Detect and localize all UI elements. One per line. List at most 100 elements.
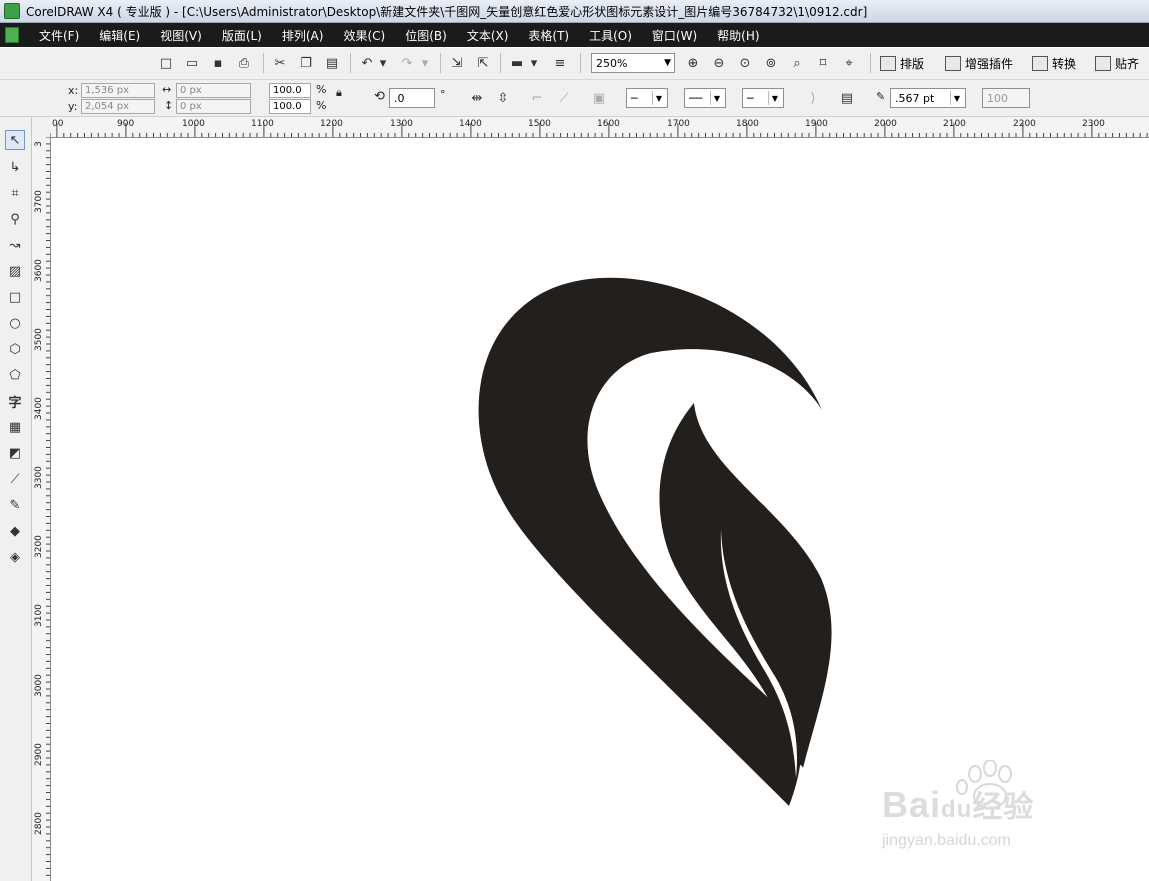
zoom-page-icon[interactable]: ⌕	[788, 54, 806, 72]
menu-help[interactable]: 帮助(H)	[707, 27, 769, 44]
end-arrow-select[interactable]: ─ ▼	[742, 88, 784, 108]
start-arrow-glyph: ─	[631, 91, 638, 105]
plugin-snap-button[interactable]: 贴齐	[1095, 54, 1139, 72]
line-start-icon[interactable]: ⌐	[528, 89, 546, 107]
new-document-icon[interactable]: □	[157, 54, 175, 72]
degree-label: °	[440, 88, 446, 101]
outline-width-select[interactable]: .567 pt ▼	[890, 88, 966, 108]
standard-toolbar: □ ▭ ▪ ⎙ ✂ ❐ ▤ ↶ ▾ ↷ ▾ ⇲ ⇱ ▬ ▾ ≡ 250% ▼ ⊕…	[0, 48, 1149, 80]
coreldraw-app-icon	[4, 3, 20, 19]
eyedropper-tool-icon[interactable]: ⟋	[5, 469, 25, 489]
opacity-field[interactable]: 100	[982, 88, 1030, 108]
menu-table[interactable]: 表格(T)	[518, 27, 579, 44]
menu-window[interactable]: 窗口(W)	[642, 27, 707, 44]
menu-effects[interactable]: 效果(C)	[333, 27, 395, 44]
ruler-tick-label: 1300	[390, 119, 413, 129]
ruler-tick-label: 2200	[1013, 119, 1036, 129]
rotation-field[interactable]: .0	[389, 88, 435, 108]
menu-tools[interactable]: 工具(O)	[579, 27, 642, 44]
ruler-tick-label: 00	[52, 119, 64, 129]
y-position-field[interactable]: 2,054 px	[81, 99, 155, 114]
copy-icon[interactable]: ❐	[297, 54, 315, 72]
save-icon[interactable]: ▪	[209, 54, 227, 72]
menu-view[interactable]: 视图(V)	[150, 27, 212, 44]
mirror-vertical-icon[interactable]: ⇳	[494, 89, 512, 107]
application-launcher-icon[interactable]: ▬	[508, 54, 526, 72]
zoom-height-icon[interactable]: ⌖	[840, 54, 858, 72]
plugin-snap-label: 贴齐	[1115, 56, 1140, 71]
zoom-in-icon[interactable]: ⊕	[684, 54, 702, 72]
lock-ratio-icon[interactable]: 🔒︎	[336, 86, 342, 100]
baidu-brand-bai: Bai	[882, 784, 942, 825]
convert-to-curves-icon[interactable]: ▣	[590, 89, 608, 107]
width-field[interactable]: 0 px	[176, 83, 251, 98]
baidu-brand-text: Baidu经验	[882, 782, 1034, 826]
menu-bitmaps[interactable]: 位图(B)	[395, 27, 457, 44]
crop-tool-icon[interactable]: ⌗	[5, 183, 25, 203]
shape-tool-icon[interactable]: ↳	[5, 157, 25, 177]
cut-icon[interactable]: ✂	[271, 54, 289, 72]
print-icon[interactable]: ⎙	[235, 54, 253, 72]
vertical-ruler[interactable]: 3 3700 3600 3500 3400 3300 3200 3100 300…	[32, 137, 51, 881]
welcome-screen-icon[interactable]: ≡	[551, 54, 569, 72]
interactive-fill-tool-icon[interactable]: ◈	[5, 547, 25, 567]
menu-arrange[interactable]: 排列(A)	[272, 27, 334, 44]
x-position-field[interactable]: 1,536 px	[81, 83, 155, 98]
menu-layout[interactable]: 版面(L)	[212, 27, 272, 44]
menu-file[interactable]: 文件(F)	[29, 27, 89, 44]
undo-dropdown-icon[interactable]: ▾	[378, 54, 388, 72]
ellipse-tool-icon[interactable]: ○	[5, 313, 25, 333]
import-icon[interactable]: ⇲	[448, 54, 466, 72]
baidu-url-text: jingyan.baidu.com	[882, 832, 1011, 849]
ruler-origin[interactable]	[32, 117, 51, 138]
outline-properties-icon[interactable]: ▤	[838, 89, 856, 107]
table-tool-icon[interactable]: ▦	[5, 417, 25, 437]
zoom-out-icon[interactable]: ⊖	[710, 54, 728, 72]
plugin-enhance-button[interactable]: 增强插件	[945, 54, 1013, 72]
paste-icon[interactable]: ▤	[323, 54, 341, 72]
interactive-blend-tool-icon[interactable]: ◩	[5, 443, 25, 463]
pick-tool-icon[interactable]: ↖	[5, 130, 25, 150]
smart-fill-tool-icon[interactable]: ▨	[5, 261, 25, 281]
mirror-horizontal-icon[interactable]: ⇹	[468, 89, 486, 107]
window-title: CorelDRAW X4 ( 专业版 ) - [C:\Users\Adminis…	[26, 4, 868, 19]
plugin-typeset-button[interactable]: 排版	[880, 54, 924, 72]
scale-y-field[interactable]: 100.0	[269, 99, 311, 114]
typeset-icon	[880, 55, 896, 71]
redo-icon[interactable]: ↷	[398, 54, 416, 72]
line-style-select[interactable]: ── ▼	[684, 88, 726, 108]
zoom-selected-icon[interactable]: ⊙	[736, 54, 754, 72]
ruler-tick-label: 1500	[528, 119, 551, 129]
plugin-convert-button[interactable]: 转换	[1032, 54, 1076, 72]
outline-tool-icon[interactable]: ✎	[5, 495, 25, 515]
plugin-convert-label: 转换	[1052, 56, 1077, 71]
line-end-icon[interactable]: ⟋	[555, 89, 573, 107]
horizontal-ruler[interactable]: 00 900 1000 1100 1200 1300 1400 1500 160…	[50, 117, 1149, 138]
redo-dropdown-icon[interactable]: ▾	[420, 54, 430, 72]
text-tool-icon[interactable]: 字	[5, 391, 25, 411]
height-field[interactable]: 0 px	[176, 99, 251, 114]
undo-icon[interactable]: ↶	[358, 54, 376, 72]
scale-x-field[interactable]: 100.0	[269, 83, 311, 98]
launcher-dropdown-icon[interactable]: ▾	[529, 54, 539, 72]
zoom-all-icon[interactable]: ⊚	[762, 54, 780, 72]
basic-shapes-tool-icon[interactable]: ⬠	[5, 365, 25, 385]
open-icon[interactable]: ▭	[183, 54, 201, 72]
zoom-tool-icon[interactable]: ⚲	[5, 209, 25, 229]
ruler-tick-label: 1900	[805, 119, 828, 129]
rectangle-tool-icon[interactable]: □	[5, 287, 25, 307]
plugin-typeset-label: 排版	[900, 56, 925, 71]
menu-edit[interactable]: 编辑(E)	[89, 27, 150, 44]
chevron-down-icon: ▼	[710, 91, 723, 105]
start-arrow-select[interactable]: ─ ▼	[626, 88, 668, 108]
polygon-tool-icon[interactable]: ⬡	[5, 339, 25, 359]
toolbar-separator	[440, 53, 441, 73]
zoom-width-icon[interactable]: ⌑	[814, 54, 832, 72]
freehand-tool-icon[interactable]: ↝	[5, 235, 25, 255]
export-icon[interactable]: ⇱	[474, 54, 492, 72]
fill-tool-icon[interactable]: ◆	[5, 521, 25, 541]
zoom-level-select[interactable]: 250% ▼	[591, 53, 675, 73]
wrap-text-icon[interactable]: ⟩	[804, 89, 822, 107]
menu-text[interactable]: 文本(X)	[457, 27, 519, 44]
document-icon[interactable]	[5, 27, 19, 43]
